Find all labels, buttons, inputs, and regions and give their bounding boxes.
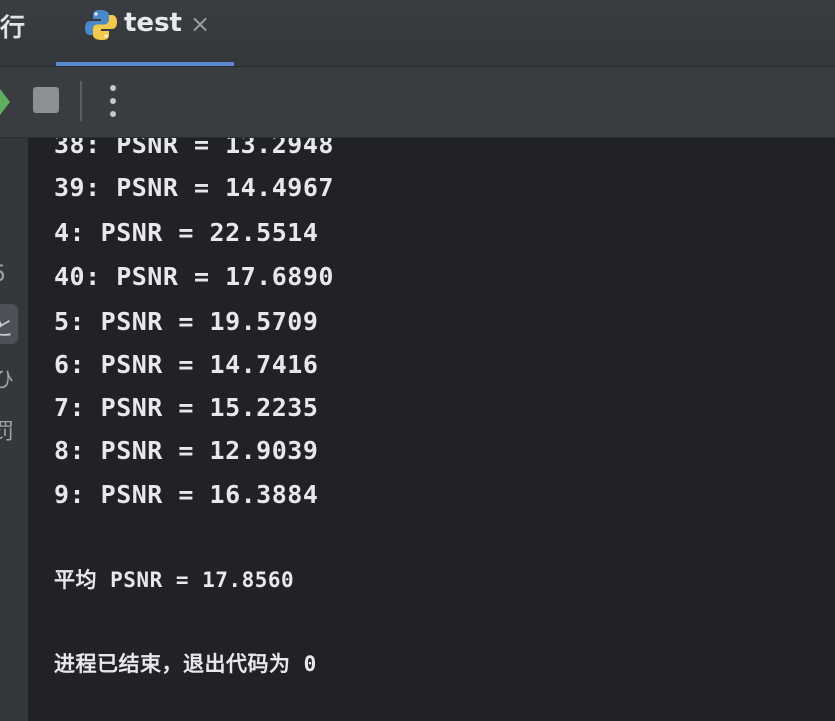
output-line: 6: PSNR = 14.7416	[54, 350, 319, 379]
output-line: 5: PSNR = 19.5709	[54, 307, 319, 336]
toolbar-divider	[80, 81, 82, 121]
side-tool-glyph[interactable]: 罚	[0, 414, 22, 445]
side-tool-glyph[interactable]: ひ	[0, 362, 22, 393]
active-tab-indicator	[56, 62, 234, 66]
side-tool-glyph[interactable]: 5	[0, 262, 22, 292]
panel-title: 行	[0, 13, 26, 42]
tab-label: test	[124, 8, 182, 38]
rerun-icon[interactable]	[0, 85, 12, 119]
process-exit-line: 进程已结束，退出代码为 0	[54, 652, 317, 676]
console-output[interactable]: 38: PSNR = 13.2948 39: PSNR = 14.4967 4:…	[38, 138, 835, 721]
more-vertical-icon[interactable]	[104, 81, 122, 121]
run-toolbar	[0, 67, 835, 138]
stop-icon[interactable]	[33, 87, 59, 113]
output-line: 8: PSNR = 12.9039	[54, 436, 319, 465]
output-line: 39: PSNR = 14.4967	[54, 173, 334, 202]
tab-test[interactable]: test ×	[56, 0, 234, 66]
output-line: 38: PSNR = 13.2948	[54, 138, 334, 159]
average-psnr-line: 平均 PSNR = 17.8560	[54, 568, 295, 592]
output-line: 7: PSNR = 15.2235	[54, 393, 319, 422]
output-line: 9: PSNR = 16.3884	[54, 480, 319, 509]
left-tool-strip: 5 と ひ 罚	[0, 138, 28, 721]
python-icon	[85, 10, 117, 40]
tab-bar: 行 test ×	[0, 0, 835, 67]
side-tool-glyph[interactable]: と	[0, 310, 22, 341]
output-line: 4: PSNR = 22.5514	[54, 218, 319, 247]
output-line: 40: PSNR = 17.6890	[54, 262, 334, 291]
close-icon[interactable]: ×	[190, 10, 210, 38]
